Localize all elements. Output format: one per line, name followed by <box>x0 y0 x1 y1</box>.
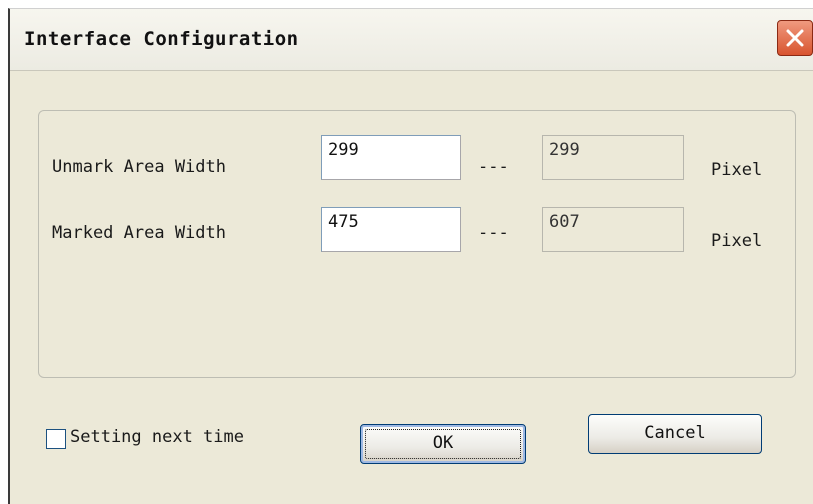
title-bar[interactable]: Interface Configuration <box>10 9 813 71</box>
unmark-area-width-unit: Pixel <box>711 160 763 180</box>
cancel-button-label: Cancel <box>644 423 706 443</box>
unmark-area-width-readonly: 299 <box>542 135 684 180</box>
unmark-area-width-label: Unmark Area Width <box>52 157 226 177</box>
unmark-area-width-input[interactable]: 299 <box>321 135 461 180</box>
interface-configuration-dialog: Interface Configuration Unmark Area Widt… <box>8 8 813 504</box>
range-separator: --- <box>478 223 509 243</box>
setting-next-time-checkbox[interactable] <box>46 429 66 449</box>
range-separator: --- <box>478 157 509 177</box>
cancel-button[interactable]: Cancel <box>588 414 762 454</box>
marked-area-width-readonly: 607 <box>542 207 684 252</box>
marked-area-width-label: Marked Area Width <box>52 223 226 243</box>
ok-button[interactable]: OK <box>360 424 526 464</box>
marked-area-width-input[interactable]: 475 <box>321 207 461 252</box>
window-title: Interface Configuration <box>24 28 299 50</box>
setting-next-time-label[interactable]: Setting next time <box>70 427 244 447</box>
close-button[interactable] <box>777 20 813 56</box>
marked-area-width-unit: Pixel <box>711 231 763 251</box>
focus-rectangle <box>365 429 521 459</box>
close-icon <box>786 29 804 47</box>
